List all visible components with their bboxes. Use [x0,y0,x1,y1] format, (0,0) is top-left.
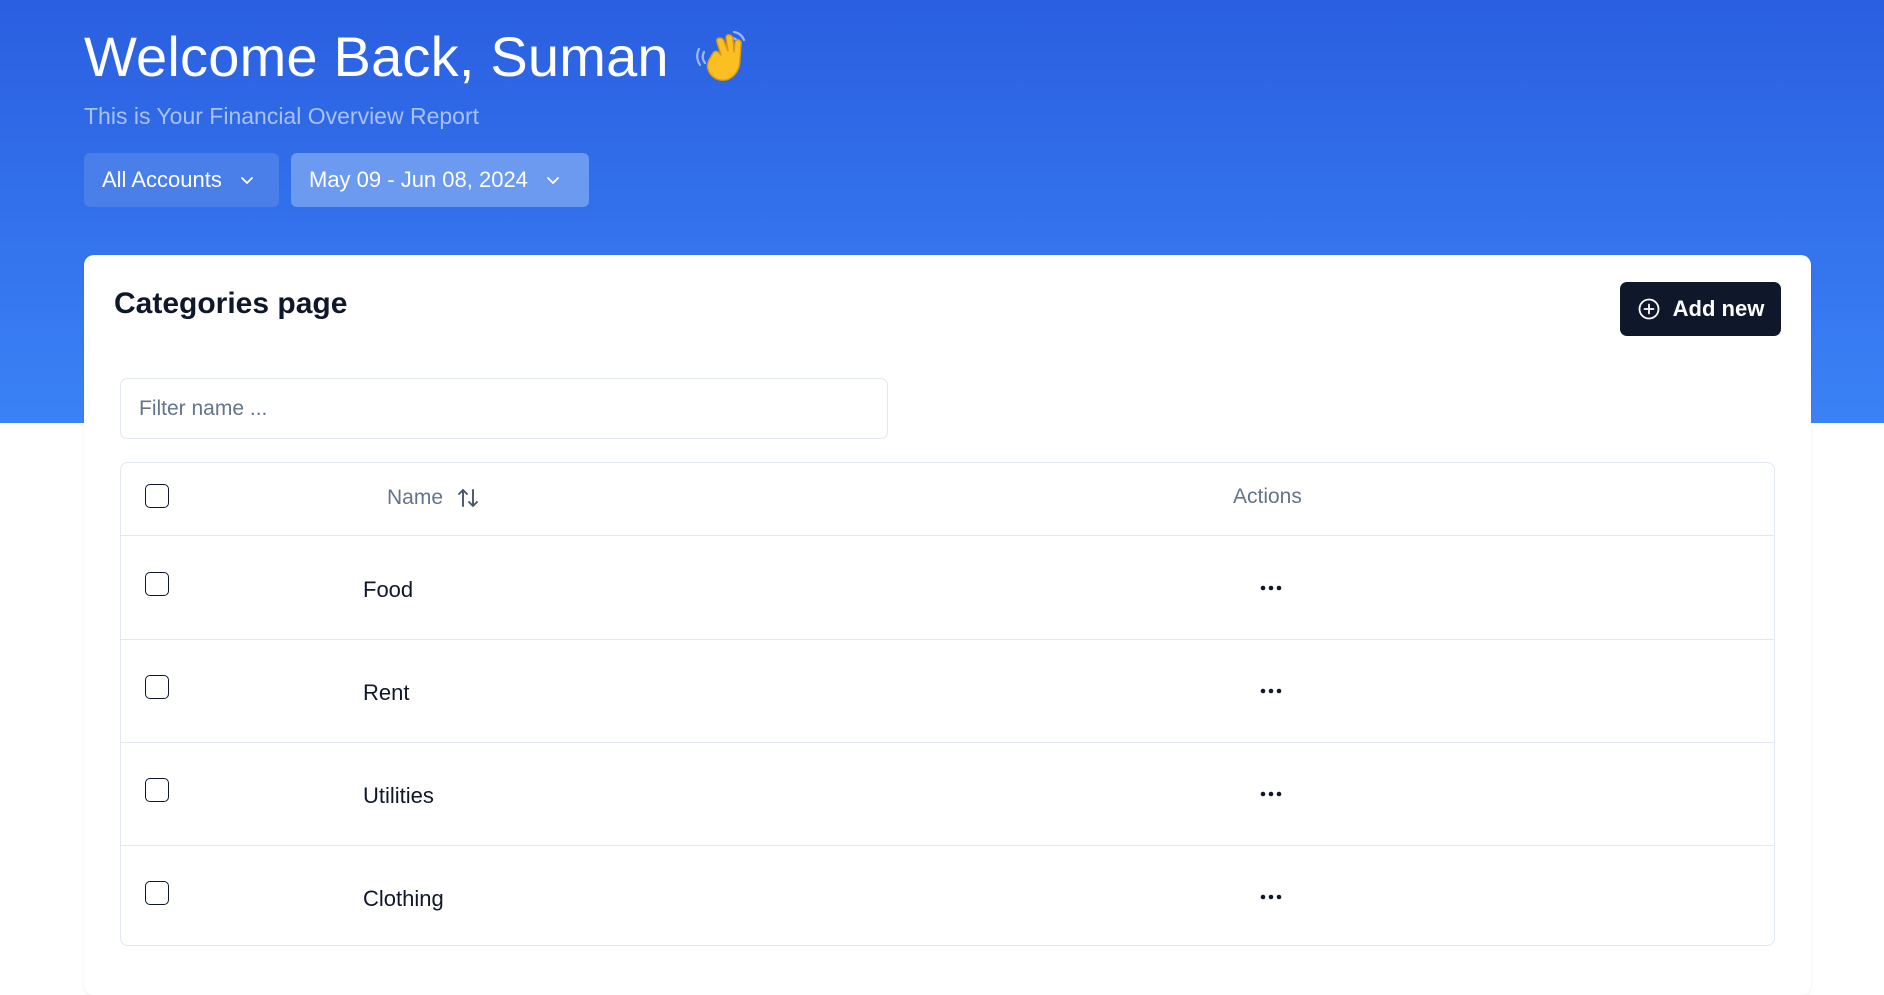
welcome-text: Welcome Back, Suman [84,25,669,88]
table-row: Utilities [121,743,1774,846]
sort-arrows-icon [458,489,478,507]
category-name-cell: Rent [363,680,410,705]
welcome-heading: Welcome Back, Suman [84,24,751,89]
category-name-cell: Food [363,577,414,602]
more-horizontal-icon [1260,791,1282,797]
categories-table: Name Actions Food Rent Utilities Clothin… [120,462,1775,946]
row-actions-button[interactable] [1251,779,1291,809]
row-actions-button[interactable] [1251,882,1291,912]
name-column-header[interactable]: Name [387,485,481,511]
more-horizontal-icon [1260,688,1282,694]
page-subtitle: This is Your Financial Overview Report [84,103,479,129]
chevron-down-icon [240,177,253,184]
page-title: Categories page [114,287,348,320]
waving-hand-icon [691,27,751,87]
select-all-checkbox[interactable] [145,484,169,508]
add-new-label: Add new [1672,296,1765,321]
row-actions-button[interactable] [1251,676,1291,706]
row-checkbox[interactable] [145,881,169,905]
table-row: Food [121,537,1774,640]
date-range-dropdown[interactable]: May 09 - Jun 08, 2024 [291,153,589,207]
accounts-dropdown[interactable]: All Accounts [84,153,279,207]
date-range-label: May 09 - Jun 08, 2024 [309,167,528,192]
name-column-label: Name [387,486,444,509]
row-checkbox[interactable] [145,675,169,699]
table-row: Rent [121,640,1774,743]
categories-card: Categories page Add new Name Actions Foo… [84,255,1811,995]
actions-column-header: Actions [1233,485,1302,508]
table-header: Name Actions [121,463,1774,536]
accounts-dropdown-label: All Accounts [102,167,222,192]
add-new-button[interactable]: Add new [1620,282,1781,336]
row-checkbox[interactable] [145,572,169,596]
row-checkbox[interactable] [145,778,169,802]
plus-circle-icon [1638,298,1660,320]
row-actions-button[interactable] [1251,573,1291,603]
filter-name-input[interactable] [120,378,888,439]
table-row: Clothing [121,846,1774,945]
more-horizontal-icon [1260,585,1282,591]
chevron-down-icon [547,177,559,184]
category-name-cell: Clothing [363,886,444,911]
category-name-cell: Utilities [363,783,434,808]
more-horizontal-icon [1260,894,1282,900]
